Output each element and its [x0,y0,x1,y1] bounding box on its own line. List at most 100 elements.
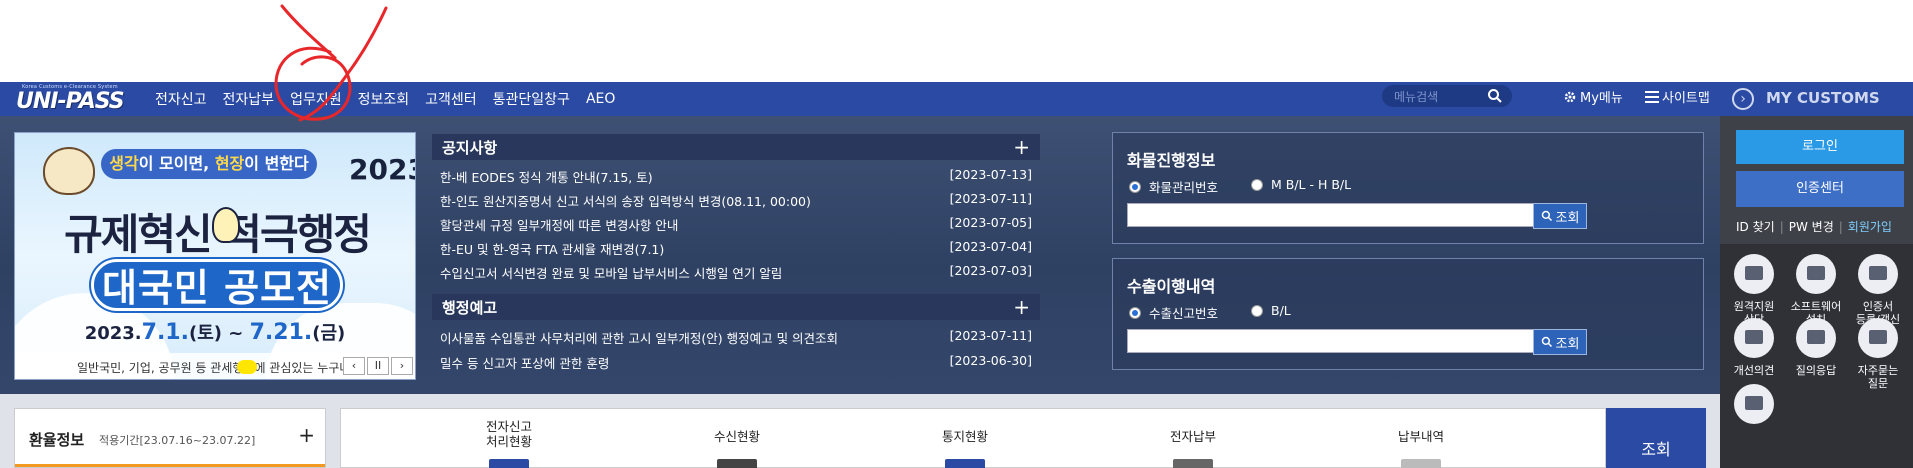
banner-prev-button[interactable]: ‹ [343,357,365,375]
certificate-button[interactable]: 인증서등록/갱신 [1848,254,1908,326]
my-customs-title: MY CUSTOMS [1766,89,1880,107]
my-customs-sidebar: › MY CUSTOMS 로그인 인증센터 ID 찾기 | PW 변경 | 회원가입 원… [1720,82,1913,468]
faq-button[interactable]: 자주묻는 질문 [1848,318,1908,390]
search-icon [1541,210,1552,222]
nav-item-aeo[interactable]: AEO [578,91,623,107]
monitor-icon [1734,254,1774,294]
exchange-more-button[interactable]: + [298,423,315,447]
status-received[interactable]: 수신현황 [677,429,797,468]
notice-item[interactable]: 할당관세 규정 일부개정에 따른 변경사항 안내 [2023-07-05] [440,212,1032,234]
status-panel: 전자신고 처리현황 수신현황 통지현황 전자납부 납부내역 [340,408,1606,468]
notice-more-button[interactable]: + [1013,135,1030,159]
join-link[interactable]: 회원가입 [1848,220,1892,234]
chevron-right-icon[interactable]: › [1732,88,1754,110]
banner-year: 2023 [349,153,415,186]
unipass-logo[interactable]: Korea Customs e-Clearance System UNI-PAS… [16,84,134,114]
sitemap-link[interactable]: 사이트맵 [1645,87,1710,106]
quick-menu: 원격지원상담 소프트웨어설치 인증서등록/갱신 개선의견 질의응답 자주묻는질문 [1720,244,1913,468]
cargo-tracking-panel: 화물진행정보 화물관리번호 M B/L - H B/L 조회 [1112,132,1704,244]
nav-item-work-support[interactable]: 업무지원 [282,89,350,109]
status-payment-history[interactable]: 납부내역 [1361,429,1481,468]
nav-item-customer-center[interactable]: 고객센터 [417,89,485,109]
notice-item[interactable]: 한-베 EODES 정식 개통 안내(7.15, 토) [2023-07-13] [440,164,1032,186]
banner-contest-title: 대국민 공모전 [91,259,343,311]
calendar-icon [1734,384,1774,424]
scroll-strip [1706,394,1720,468]
faq-icon [1858,318,1898,358]
cargo-number-input[interactable] [1127,203,1539,227]
admin-notice-more-button[interactable]: + [1013,295,1030,319]
menu-search-input[interactable]: 메뉴검색 [1382,85,1512,107]
status-query-button[interactable]: 조회 [1606,408,1706,468]
change-pw-link[interactable]: PW 변경 [1789,220,1834,234]
admin-notice-header: 행정예고 + [432,294,1040,320]
notice-header: 공지사항 + [432,134,1040,160]
admin-notice-item[interactable]: 밀수 등 신고자 포상에 관한 훈령 [2023-06-30] [440,350,1032,372]
calendar-button[interactable] [1724,384,1784,430]
login-button[interactable]: 로그인 [1736,130,1904,164]
notice-item[interactable]: 한-인도 원산지증명서 신고 서식의 송장 입력방식 변경(08.11, 00:… [440,188,1032,210]
exchange-period: 적용기간[23.07.16~23.07.22] [99,434,256,447]
certificate-icon [1858,254,1898,294]
status-notice[interactable]: 통지현황 [905,429,1025,468]
qna-button[interactable]: 질의응답 [1786,318,1846,377]
nav-item-e-declaration[interactable]: 전자신고 [147,89,215,109]
export-number-input[interactable] [1127,329,1539,353]
search-icon [1541,336,1552,348]
hamburger-icon [1645,90,1659,103]
notice-item[interactable]: 한-EU 및 한-영국 FTA 관세율 재변경(7.1) [2023-07-04] [440,236,1032,258]
cargo-title: 화물진행정보 [1127,151,1216,170]
account-links: ID 찾기 | PW 변경 | 회원가입 [1736,220,1892,234]
radio-mbl-hbl[interactable]: M B/L - H B/L [1251,177,1351,192]
sitemap-label: 사이트맵 [1662,91,1710,106]
chat-check-icon [1734,318,1774,358]
lightbulb-icon [212,207,240,243]
banner-slogan: 생각이 모이면, 현장이 변한다 [101,149,317,179]
find-id-link[interactable]: ID 찾기 [1736,220,1775,234]
software-install-button[interactable]: 소프트웨어설치 [1786,254,1846,326]
cert-center-button[interactable]: 인증센터 [1736,171,1904,207]
export-search-button[interactable]: 조회 [1533,329,1587,355]
status-e-payment[interactable]: 전자납부 [1133,429,1253,468]
banner-pause-button[interactable]: II [367,357,389,375]
exchange-rate-panel: 환율정보 적용기간[23.07.16~23.07.22] + [14,408,326,468]
box-icon [1796,254,1836,294]
status-declaration[interactable]: 전자신고 처리현황 [449,419,569,468]
mymenu-label: My메뉴 [1580,91,1623,106]
radio-export-number[interactable]: 수출신고번호 [1129,303,1218,322]
accent-line [15,464,325,467]
gear-icon [1564,91,1576,102]
export-tracking-panel: 수출이행내역 수출신고번호 B/L 조회 [1112,258,1704,370]
upload-icon [1173,459,1213,468]
remote-support-button[interactable]: 원격지원상담 [1724,254,1784,326]
exchange-title: 환율정보 [29,431,85,449]
cargo-search-button[interactable]: 조회 [1533,203,1587,229]
admin-notice-item[interactable]: 이사물품 수입통관 사무처리에 관한 고시 일부개정(안) 행정예고 및 의견조… [440,325,1032,347]
export-title: 수출이행내역 [1127,277,1216,296]
logo-text: UNI-PASS [16,89,125,114]
promo-banner[interactable]: 생각이 모이면, 현장이 변한다 2023 규제혁신 적극행정 대국민 공모전 … [14,132,416,380]
history-icon [1401,459,1441,468]
notice-title: 공지사항 [442,139,498,157]
banner-next-button[interactable]: › [391,357,413,375]
search-icon[interactable] [1487,88,1503,104]
highlight-mark [237,360,257,374]
search-placeholder: 메뉴검색 [1394,90,1439,104]
my-customs-header: › MY CUSTOMS [1720,82,1913,116]
chart-icon [489,459,529,468]
banner-dates: 2023.7.1.(토) ~ 7.21.(금) [84,320,346,345]
download-icon [717,459,757,468]
radio-cargo-number[interactable]: 화물관리번호 [1129,177,1218,196]
nav-item-e-payment[interactable]: 전자납부 [215,89,283,109]
main-menu: 전자신고 전자납부 업무지원 정보조회 고객센터 통관단일창구 AEO [147,82,623,116]
feedback-button[interactable]: 개선의견 [1724,318,1784,377]
mymenu-link[interactable]: My메뉴 [1563,87,1623,106]
radio-bl[interactable]: B/L [1251,303,1291,318]
mascot-image [43,147,95,195]
admin-notice-title: 행정예고 [442,299,498,317]
notice-item[interactable]: 수입신고서 서식변경 완료 및 모바일 납부서비스 시행일 연기 알림 [2023… [440,260,1032,282]
printer-icon [945,459,985,468]
nav-item-single-window[interactable]: 통관단일창구 [485,89,578,109]
qna-icon [1796,318,1836,358]
nav-item-info-lookup[interactable]: 정보조회 [350,89,418,109]
